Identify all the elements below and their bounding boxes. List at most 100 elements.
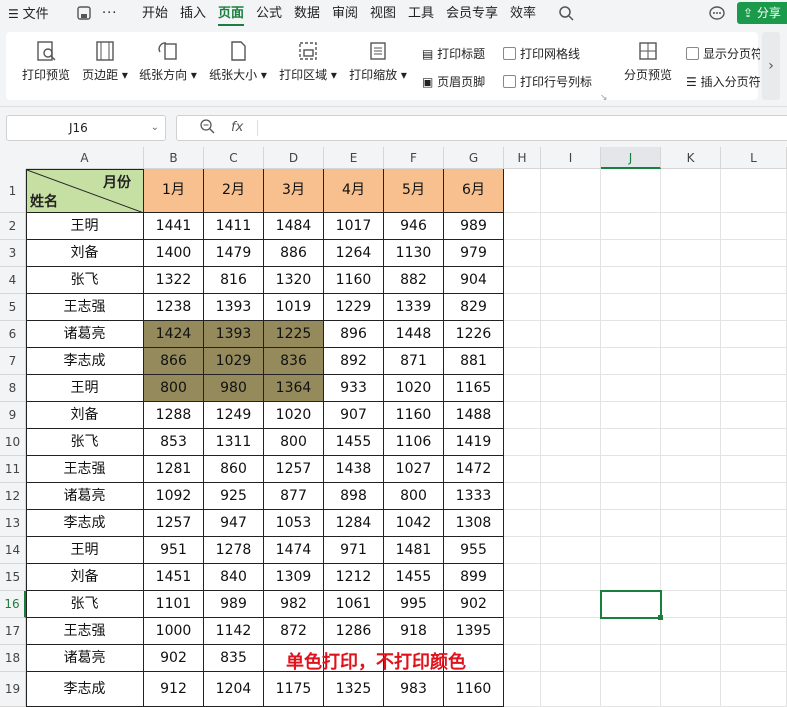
value-cell[interactable]: 979 xyxy=(444,240,504,267)
value-cell[interactable]: 871 xyxy=(384,348,444,375)
month-header-cell[interactable]: 1月 xyxy=(144,169,204,213)
more-icon[interactable]: ··· xyxy=(102,5,117,23)
row-header-15[interactable]: 15 xyxy=(0,564,26,591)
value-cell[interactable]: 1474 xyxy=(264,537,324,564)
column-header-j[interactable]: J xyxy=(601,147,661,169)
value-cell[interactable]: 1288 xyxy=(144,402,204,429)
insert-page-break-button[interactable]: ☰ 插入分页符 xyxy=(686,74,760,90)
value-cell[interactable]: 1400 xyxy=(144,240,204,267)
value-cell[interactable]: 835 xyxy=(204,645,264,672)
column-header-e[interactable]: E xyxy=(324,147,384,169)
value-cell[interactable]: 1393 xyxy=(204,294,264,321)
value-cell[interactable]: 1160 xyxy=(324,267,384,294)
value-cell[interactable]: 1175 xyxy=(264,672,324,707)
value-cell[interactable]: 1142 xyxy=(204,618,264,645)
value-cell[interactable]: 800 xyxy=(264,429,324,456)
active-cell-selection[interactable] xyxy=(600,590,662,619)
value-cell[interactable]: 907 xyxy=(324,402,384,429)
value-cell[interactable]: 1419 xyxy=(444,429,504,456)
month-header-cell[interactable]: 4月 xyxy=(324,169,384,213)
name-cell[interactable]: 王志强 xyxy=(26,294,144,321)
value-cell[interactable]: 925 xyxy=(204,483,264,510)
value-cell[interactable]: 918 xyxy=(384,618,444,645)
name-cell[interactable]: 张飞 xyxy=(26,267,144,294)
value-cell[interactable]: 1484 xyxy=(264,213,324,240)
value-cell[interactable]: 951 xyxy=(144,537,204,564)
value-cell[interactable]: 1393 xyxy=(204,321,264,348)
file-menu[interactable]: ☰ 文件 xyxy=(8,5,49,23)
value-cell[interactable]: 1325 xyxy=(324,672,384,707)
value-cell[interactable]: 1212 xyxy=(324,564,384,591)
column-header-b[interactable]: B xyxy=(144,147,204,169)
value-cell[interactable]: 1308 xyxy=(444,510,504,537)
select-all-corner[interactable] xyxy=(0,147,27,170)
value-cell[interactable]: 898 xyxy=(324,483,384,510)
row-header-19[interactable]: 19 xyxy=(0,672,26,707)
paper-size-button[interactable]: 纸张大小 ▾ xyxy=(208,40,268,83)
value-cell[interactable]: 896 xyxy=(324,321,384,348)
value-cell[interactable]: 1225 xyxy=(264,321,324,348)
value-cell[interactable]: 853 xyxy=(144,429,204,456)
value-cell[interactable]: 1019 xyxy=(264,294,324,321)
value-cell[interactable]: 912 xyxy=(144,672,204,707)
value-cell[interactable]: 1226 xyxy=(444,321,504,348)
row-header-6[interactable]: 6 xyxy=(0,321,26,348)
value-cell[interactable]: 1042 xyxy=(384,510,444,537)
print-preview-button[interactable]: 打印预览 xyxy=(20,40,72,83)
zoom-icon[interactable] xyxy=(199,116,215,140)
chevron-down-icon[interactable]: ⌄ xyxy=(151,116,159,140)
value-cell[interactable]: 1284 xyxy=(324,510,384,537)
row-header-18[interactable]: 18 xyxy=(0,645,26,672)
name-cell[interactable]: 王志强 xyxy=(26,456,144,483)
value-cell[interactable]: 1339 xyxy=(384,294,444,321)
value-cell[interactable]: 1020 xyxy=(264,402,324,429)
value-cell[interactable]: 829 xyxy=(444,294,504,321)
value-cell[interactable]: 946 xyxy=(384,213,444,240)
row-header-14[interactable]: 14 xyxy=(0,537,26,564)
value-cell[interactable]: 1472 xyxy=(444,456,504,483)
value-cell[interactable]: 904 xyxy=(444,267,504,294)
value-cell[interactable]: 882 xyxy=(384,267,444,294)
value-cell[interactable]: 1160 xyxy=(444,672,504,707)
value-cell[interactable]: 1320 xyxy=(264,267,324,294)
value-cell[interactable]: 1165 xyxy=(444,375,504,402)
share-button[interactable]: ⇪ 分享 xyxy=(737,2,787,24)
tab-member[interactable]: 会员专享 xyxy=(446,5,498,23)
row-header-10[interactable]: 10 xyxy=(0,429,26,456)
name-cell[interactable]: 王明 xyxy=(26,213,144,240)
row-header-17[interactable]: 17 xyxy=(0,618,26,645)
tab-view[interactable]: 视图 xyxy=(370,5,396,23)
value-cell[interactable]: 947 xyxy=(204,510,264,537)
value-cell[interactable]: 980 xyxy=(204,375,264,402)
tab-data[interactable]: 数据 xyxy=(294,5,320,23)
value-cell[interactable]: 1448 xyxy=(384,321,444,348)
save-icon[interactable] xyxy=(76,5,92,23)
value-cell[interactable]: 1311 xyxy=(204,429,264,456)
value-cell[interactable]: 1130 xyxy=(384,240,444,267)
value-cell[interactable]: 1364 xyxy=(264,375,324,402)
value-cell[interactable]: 1479 xyxy=(204,240,264,267)
value-cell[interactable]: 1322 xyxy=(144,267,204,294)
value-cell[interactable]: 1020 xyxy=(384,375,444,402)
row-header-4[interactable]: 4 xyxy=(0,267,26,294)
name-cell[interactable]: 诸葛亮 xyxy=(26,645,144,672)
orientation-button[interactable]: 纸张方向 ▾ xyxy=(138,40,198,83)
name-cell[interactable]: 李志成 xyxy=(26,510,144,537)
column-header-l[interactable]: L xyxy=(721,147,787,169)
name-cell[interactable]: 张飞 xyxy=(26,429,144,456)
tab-efficiency[interactable]: 效率 xyxy=(510,5,536,23)
tab-tools[interactable]: 工具 xyxy=(408,5,434,23)
value-cell[interactable]: 892 xyxy=(324,348,384,375)
value-cell[interactable]: 800 xyxy=(144,375,204,402)
value-cell[interactable]: 902 xyxy=(144,645,204,672)
row-header-11[interactable]: 11 xyxy=(0,456,26,483)
value-cell[interactable]: 1286 xyxy=(324,618,384,645)
tab-page[interactable]: 页面 xyxy=(218,5,244,23)
value-cell[interactable]: 1309 xyxy=(264,564,324,591)
print-gridlines-checkbox[interactable]: 打印网格线 xyxy=(503,46,580,62)
row-header-2[interactable]: 2 xyxy=(0,213,26,240)
value-cell[interactable]: 1229 xyxy=(324,294,384,321)
row-header-9[interactable]: 9 xyxy=(0,402,26,429)
show-page-breaks-checkbox[interactable]: 显示分页符 xyxy=(686,46,760,62)
column-header-i[interactable]: I xyxy=(541,147,601,169)
